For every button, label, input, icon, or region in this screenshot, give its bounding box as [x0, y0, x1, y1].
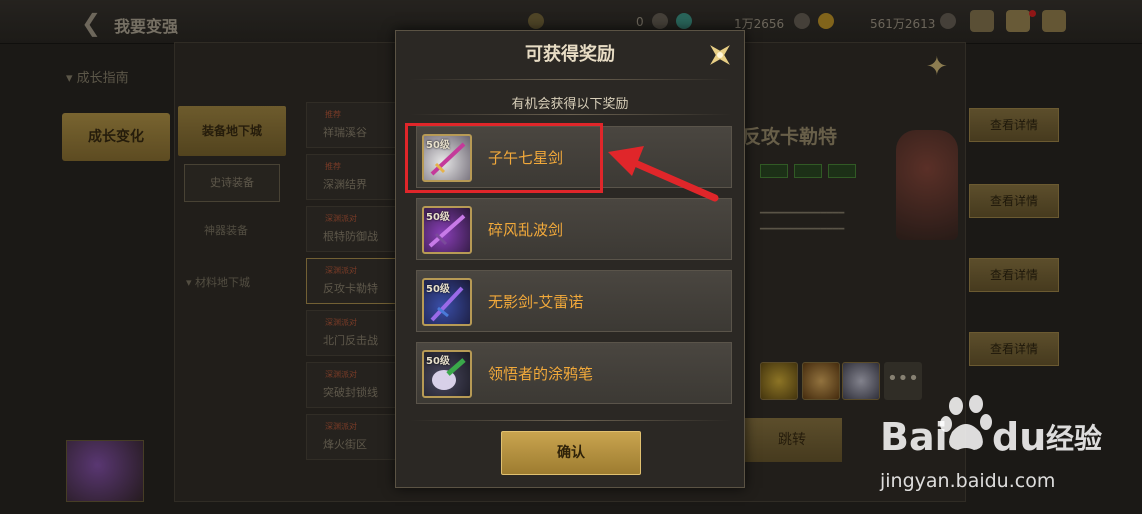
watermark-url: jingyan.baidu.com: [880, 470, 1056, 492]
brush-icon: 50级: [422, 350, 472, 398]
sword-icon: 50级: [422, 206, 472, 254]
reward-name: 无影剑-艾雷诺: [488, 293, 584, 311]
divider: [410, 114, 732, 115]
reward-modal: 可获得奖励 有机会获得以下奖励 50级 子午七星剑 50级 碎风乱波剑 50级: [395, 30, 745, 488]
modal-title: 可获得奖励: [525, 44, 615, 65]
reward-item[interactable]: 50级 领悟者的涂鸦笔: [416, 342, 732, 404]
modal-subtitle: 有机会获得以下奖励: [511, 97, 629, 112]
svg-text:Bai: Bai: [880, 415, 948, 459]
confirm-button[interactable]: 确认: [501, 431, 641, 475]
reward-item[interactable]: 50级 无影剑-艾雷诺: [416, 270, 732, 332]
divider: [410, 420, 732, 421]
highlight-box: [405, 123, 603, 193]
close-icon[interactable]: [702, 37, 738, 73]
red-arrow-icon: [608, 146, 719, 202]
reward-name: 碎风乱波剑: [488, 221, 564, 239]
divider: [410, 79, 732, 80]
sword-icon: 50级: [422, 278, 472, 326]
svg-text:经验: 经验: [1046, 422, 1102, 455]
svg-text:du: du: [992, 415, 1046, 459]
reward-name: 领悟者的涂鸦笔: [488, 365, 594, 383]
